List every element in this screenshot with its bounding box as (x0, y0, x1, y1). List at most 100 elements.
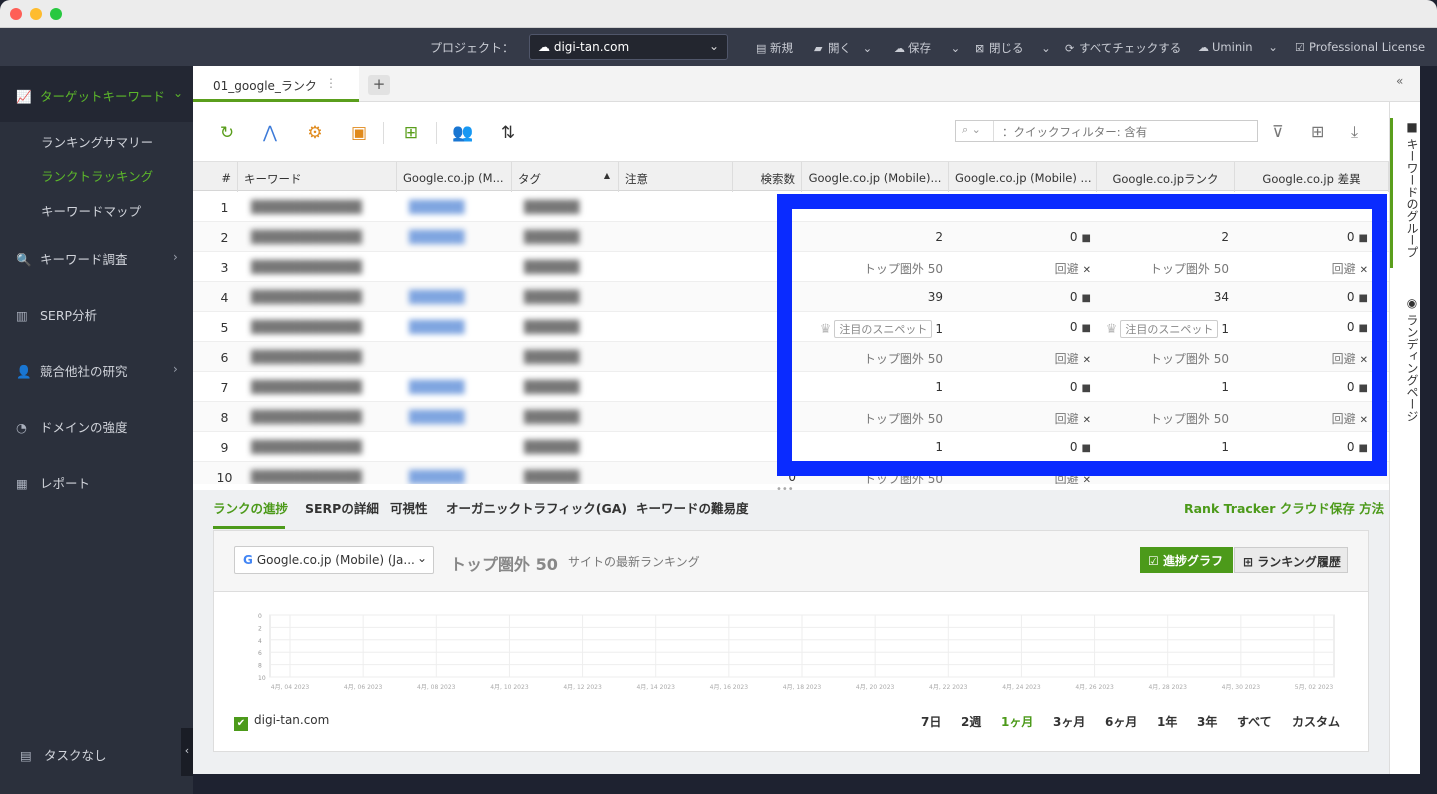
sidebar-item-serp[interactable]: ▥ SERP分析 (16, 305, 97, 324)
sidebar-sub-ranking-summary[interactable]: ランキングサマリー (41, 132, 153, 151)
folder-icon: ■ (1405, 120, 1419, 138)
range-7d[interactable]: 7日 (921, 713, 941, 730)
range-all[interactable]: すべて (1237, 713, 1272, 730)
range-6m[interactable]: 6ヶ月 (1105, 713, 1137, 730)
chevron-down-icon: ⌄ (173, 86, 184, 100)
grid-view-icon[interactable]: ⊞ (1311, 122, 1324, 141)
more-vertical-icon[interactable]: ⋮ (325, 76, 337, 90)
col-search-volume[interactable]: 検索数 (733, 162, 802, 192)
project-select[interactable]: ☁ digi-tan.com ⌄ (529, 34, 728, 60)
col-tag[interactable]: タグ ▲ (512, 162, 619, 192)
task-status[interactable]: ▤ タスクなし (20, 745, 107, 764)
update-rankings-icon[interactable]: ↻ (216, 122, 238, 144)
desktop-diff-cell: 0 ■ (1235, 282, 1374, 312)
mobile-diff-cell: 0 ■ (949, 312, 1097, 342)
zoom-window-button[interactable] (50, 8, 62, 20)
range-3m[interactable]: 3ヶ月 (1053, 713, 1085, 730)
tag-text-redacted: ██████ (524, 260, 580, 274)
range-1y[interactable]: 1年 (1157, 713, 1177, 730)
sidebar-sub-rank-tracking[interactable]: ランクトラッキング (41, 166, 153, 185)
mobile-rank-cell: ♛ 注目のスニペット 1 (802, 312, 949, 342)
table-row[interactable]: 5 ████████████ ██████ ██████ ♛ 注目のスニペット 1 0 ■ ♛ 注目… (193, 312, 1389, 342)
minimize-window-button[interactable] (30, 8, 42, 20)
tab-rank-progress[interactable]: ランクの進捗 (213, 498, 288, 517)
add-keyword-icon[interactable]: ⊞ (400, 122, 422, 144)
table-row[interactable]: 3 ████████████ ██████ トップ圏外 50 回避 ✕ トップ圏外 50 回避… (193, 252, 1389, 282)
tab-serp-details[interactable]: SERPの詳細 (305, 498, 379, 517)
table-row[interactable]: 4 ████████████ ██████ ██████ 39 0 ■ 34 0 ■ (193, 282, 1389, 312)
sidebar-item-reports[interactable]: ▦ レポート (16, 473, 90, 492)
sidebar-sub-keyword-map[interactable]: キーワードマップ (41, 201, 141, 220)
table-row[interactable]: 7 ████████████ ██████ ██████ 1 0 ■ 1 0 ■ (193, 372, 1389, 402)
sidebar-item-keyword-research[interactable]: 🔍 キーワード調査 (16, 249, 128, 268)
close-project-button[interactable]: ⊠ 閉じる ⌄ (975, 40, 1051, 56)
table-row[interactable]: 1 ████████████ ██████ ██████ (193, 192, 1389, 222)
sidebar-collapse-button[interactable]: ‹ (181, 728, 193, 776)
desktop-rank-cell: 1 (1097, 432, 1235, 462)
tab-keyword-difficulty[interactable]: キーワードの難易度 (636, 498, 749, 517)
group-chart-icon[interactable]: ⚙ (304, 122, 326, 144)
rank-tracker-cloud-link[interactable]: Rank Tracker クラウド保存 方法 (1184, 498, 1384, 517)
sort-icon[interactable]: ⇅ (497, 122, 519, 144)
user-menu[interactable]: ☁ Uminin ⌄ (1198, 40, 1278, 54)
range-3y[interactable]: 3年 (1197, 713, 1217, 730)
close-window-button[interactable] (10, 8, 22, 20)
user-icon: ☁ (1198, 41, 1209, 54)
range-2w[interactable]: 2週 (961, 713, 981, 730)
competitors-icon[interactable]: 👥 (452, 122, 474, 144)
checkbox-checked-icon[interactable]: ✔ (234, 717, 248, 731)
col-desktop-rank[interactable]: Google.co.jpランク (1097, 162, 1235, 192)
ads-icon[interactable]: ⋀ (259, 122, 281, 144)
mobile-diff-cell: 0 ■ (949, 282, 1097, 312)
table-row[interactable]: 8 ████████████ ██████ ██████ トップ圏外 50 回避 ✕ トップ圏… (193, 402, 1389, 432)
download-icon[interactable]: ⤓ (1351, 122, 1358, 142)
keyword-text-redacted: ████████████ (251, 380, 362, 394)
globe-icon: ◉ (1405, 296, 1419, 314)
col-keyword[interactable]: キーワード (238, 162, 397, 192)
check-all-button[interactable]: ⟳ すべてチェックする (1065, 40, 1181, 56)
table-row[interactable]: 2 ████████████ ██████ ██████ 2 0 ■ 2 0 ■ (193, 222, 1389, 252)
col-number[interactable]: # (193, 162, 238, 192)
desktop-rank-cell: 34 (1097, 282, 1235, 312)
report-icon: ▦ (16, 476, 28, 491)
quick-filter-input[interactable]: ⌕ ⌄ ：クイックフィルター: 含有 (955, 120, 1258, 142)
table-row[interactable]: 9 ████████████ ██████ 1 0 ■ 1 0 ■ (193, 432, 1389, 462)
x-tick-label: 4月, 30 2023 (1222, 684, 1261, 691)
calendar-icon[interactable]: ▣ (348, 122, 370, 144)
card-header: G Google.co.jp (Mobile) (Ja... ⌄ トップ圏外 50… (214, 531, 1368, 592)
rank-value: 1 (935, 380, 943, 394)
new-button[interactable]: ▤ 新規 (756, 40, 793, 56)
rail-keyword-groups[interactable]: ■ キーワードのグループ (1390, 120, 1421, 258)
add-tab-button[interactable]: + (368, 75, 390, 95)
range-custom[interactable]: カスタム (1292, 713, 1340, 730)
save-button[interactable]: ☁ 保存 ⌄ (894, 40, 960, 56)
collapse-right-icon[interactable]: « (1396, 74, 1403, 88)
table-row[interactable]: 10 ████████████ ██████ ██████ 0 トップ圏外 50 回避 ✕ (193, 462, 1389, 484)
col-mobile-rank[interactable]: Google.co.jp (Mobile)... (802, 162, 949, 192)
ranking-history-button[interactable]: ⊞ ランキング履歴 (1234, 547, 1348, 573)
col-desktop-diff[interactable]: Google.co.jp 差異 (1235, 162, 1389, 192)
tab-google-rank[interactable]: 01_google_ランク ⋮ (193, 66, 359, 102)
search-engine-select[interactable]: G Google.co.jp (Mobile) (Ja... ⌄ (234, 546, 434, 574)
sidebar-item-domain-strength[interactable]: ◔ ドメインの強度 (16, 417, 128, 436)
table-row[interactable]: 6 ████████████ ██████ トップ圏外 50 回避 ✕ トップ圏外 50 回避… (193, 342, 1389, 372)
progress-graph-button[interactable]: ☑ 進捗グラフ (1140, 547, 1233, 573)
tab-organic-traffic[interactable]: オーガニックトラフィック(GA) (446, 498, 627, 517)
col-note[interactable]: 注意 (619, 162, 733, 192)
rank-value: 2 (1221, 230, 1229, 244)
sidebar-item-target-keywords[interactable]: 📈 ターゲットキーワード ⌄ (0, 66, 193, 122)
open-button[interactable]: ▰ 開く ⌄ (814, 40, 872, 56)
filter-icon[interactable]: ⊽ (1272, 122, 1284, 141)
sidebar-item-competitors[interactable]: 👤 競合他社の研究 (16, 361, 128, 380)
legend-item-site[interactable]: ✔ digi-tan.com (234, 713, 329, 731)
url-cell: ██████ (403, 402, 512, 432)
tab-visibility[interactable]: 可視性 (390, 498, 428, 517)
license-button[interactable]: ☑ Professional License (1295, 40, 1425, 54)
col-mobile-diff[interactable]: Google.co.jp (Mobile) ... (949, 162, 1097, 192)
x-tick-label: 4月, 14 2023 (636, 684, 675, 691)
tag-text-redacted: ██████ (524, 440, 580, 454)
range-1m[interactable]: 1ヶ月 (1001, 713, 1033, 730)
square-icon: ■ (1081, 383, 1091, 394)
col-google-mobile-url[interactable]: Google.co.jp (M... (397, 162, 512, 192)
rail-landing-pages[interactable]: ◉ ランディングページ (1390, 296, 1421, 422)
